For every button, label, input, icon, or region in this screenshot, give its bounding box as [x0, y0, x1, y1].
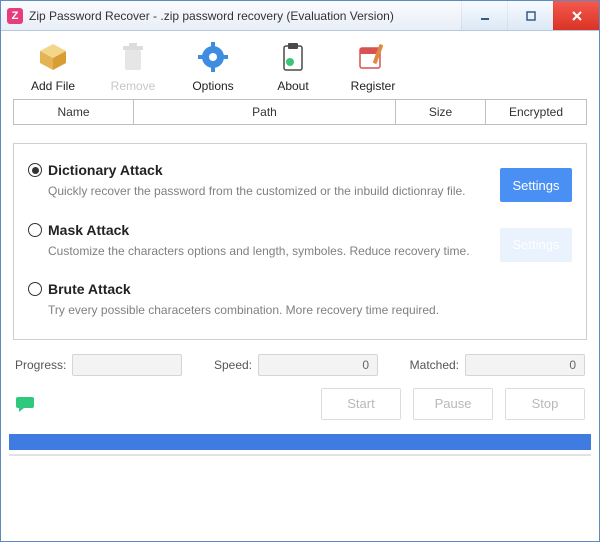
- attack-desc: Customize the characters options and len…: [48, 244, 478, 260]
- dictionary-settings-button[interactable]: Settings: [500, 168, 572, 202]
- attack-desc: Quickly recover the password from the cu…: [48, 184, 478, 200]
- attack-title: Brute Attack: [48, 281, 131, 297]
- gear-icon: [173, 39, 253, 75]
- footer-divider: [9, 454, 591, 456]
- col-path[interactable]: Path: [134, 100, 396, 124]
- start-button[interactable]: Start: [321, 388, 401, 420]
- attack-dictionary: Dictionary Attack Quickly recover the pa…: [28, 162, 572, 200]
- calendar-tools-icon: [333, 39, 413, 75]
- remove-button: Remove: [93, 39, 173, 93]
- radio-dictionary[interactable]: [28, 163, 42, 177]
- col-encrypted[interactable]: Encrypted: [486, 100, 586, 124]
- progress-label: Progress:: [15, 358, 66, 372]
- add-file-button[interactable]: Add File: [13, 39, 93, 93]
- mask-settings-button: Settings: [500, 228, 572, 262]
- trash-icon: [93, 39, 173, 75]
- close-button[interactable]: [553, 1, 599, 30]
- attack-mask: Mask Attack Customize the characters opt…: [28, 222, 572, 260]
- matched-label: Matched:: [410, 358, 459, 372]
- attack-title: Mask Attack: [48, 222, 129, 238]
- speed-label: Speed:: [214, 358, 252, 372]
- clipboard-icon: [253, 39, 333, 75]
- toolbar-label: Add File: [13, 79, 93, 93]
- action-row: Start Pause Stop: [15, 388, 585, 420]
- speed-value: 0: [258, 354, 378, 376]
- stop-button[interactable]: Stop: [505, 388, 585, 420]
- overall-progress-bar: [9, 434, 591, 450]
- app-window: Zip Password Recover - .zip password rec…: [0, 0, 600, 542]
- toolbar-label: Remove: [93, 79, 173, 93]
- radio-mask[interactable]: [28, 223, 42, 237]
- about-button[interactable]: About: [253, 39, 333, 93]
- chat-icon[interactable]: [15, 393, 37, 415]
- box-icon: [13, 39, 93, 75]
- col-size[interactable]: Size: [396, 100, 486, 124]
- toolbar: Add File Remove Options About Register: [1, 31, 599, 99]
- file-table-header: Name Path Size Encrypted: [13, 99, 587, 125]
- attack-desc: Try every possible characeters combinati…: [48, 303, 478, 319]
- toolbar-label: Options: [173, 79, 253, 93]
- register-button[interactable]: Register: [333, 39, 413, 93]
- progress-value: [72, 354, 182, 376]
- attack-panel: Dictionary Attack Quickly recover the pa…: [13, 143, 587, 340]
- options-button[interactable]: Options: [173, 39, 253, 93]
- toolbar-label: Register: [333, 79, 413, 93]
- attack-brute: Brute Attack Try every possible characet…: [28, 281, 572, 319]
- pause-button[interactable]: Pause: [413, 388, 493, 420]
- matched-value: 0: [465, 354, 585, 376]
- minimize-button[interactable]: [461, 1, 507, 30]
- stats-row: Progress: Speed: 0 Matched: 0: [15, 354, 585, 376]
- attack-title: Dictionary Attack: [48, 162, 163, 178]
- col-name[interactable]: Name: [14, 100, 134, 124]
- toolbar-label: About: [253, 79, 333, 93]
- titlebar[interactable]: Zip Password Recover - .zip password rec…: [1, 1, 599, 31]
- radio-brute[interactable]: [28, 282, 42, 296]
- window-title: Zip Password Recover - .zip password rec…: [29, 9, 461, 23]
- maximize-button[interactable]: [507, 1, 553, 30]
- app-icon: [7, 8, 23, 24]
